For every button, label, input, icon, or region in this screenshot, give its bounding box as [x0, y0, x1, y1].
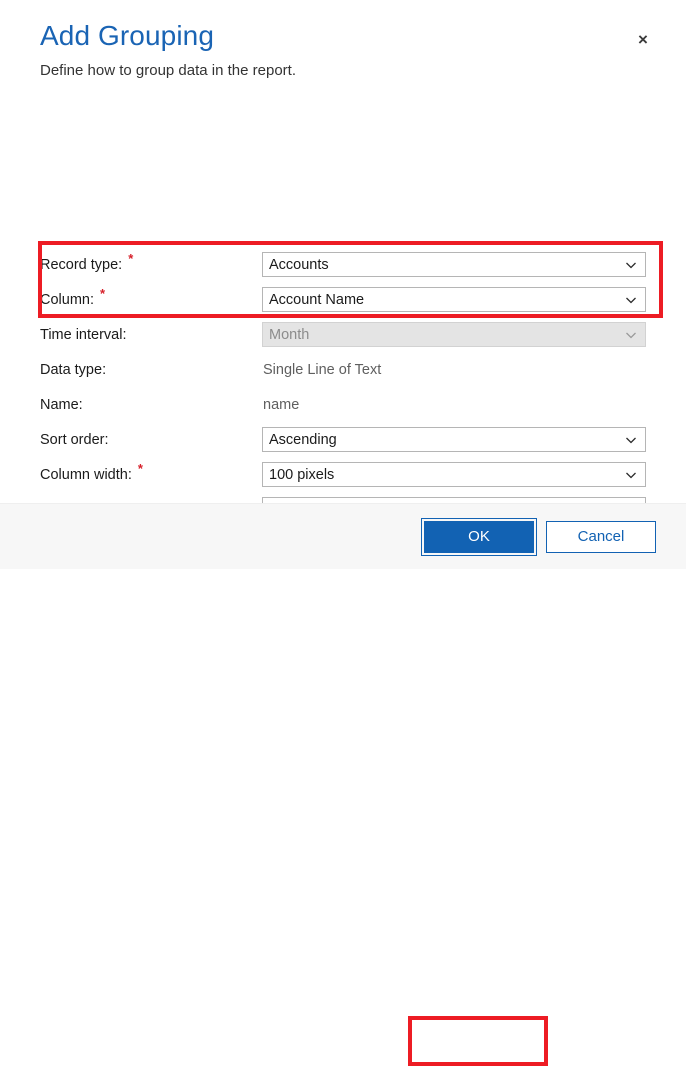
label-sort-order: Sort order:	[40, 431, 109, 448]
chevron-down-icon	[625, 434, 637, 446]
dropdown-time-interval: Month	[262, 322, 646, 347]
chevron-down-icon	[625, 259, 637, 271]
dropdown-value: Ascending	[269, 431, 337, 448]
annotation-box-ok	[408, 1016, 548, 1066]
close-icon[interactable]: ×	[630, 26, 656, 52]
form-row-name: Name: name	[40, 387, 646, 422]
chevron-down-icon	[625, 329, 637, 341]
value-name: name	[263, 396, 300, 413]
form-row-data-type: Data type: Single Line of Text	[40, 352, 646, 387]
grouping-form: Record type: * Accounts Column: * Account Nam…	[40, 247, 646, 527]
dropdown-record-type[interactable]: Accounts	[262, 252, 646, 277]
dropdown-value: Account Name	[269, 291, 365, 308]
dialog-header: Add Grouping Define how to group data in…	[0, 0, 686, 82]
label-record-type: Record type: *	[40, 252, 262, 274]
required-asterisk: *	[137, 460, 143, 476]
required-asterisk: *	[100, 285, 106, 301]
ok-button[interactable]: OK	[421, 517, 537, 556]
required-asterisk: *	[128, 250, 134, 266]
dropdown-sort-order[interactable]: Ascending	[262, 427, 646, 452]
dialog-footer: OK Cancel	[0, 503, 686, 1066]
dropdown-value: Accounts	[269, 256, 329, 273]
dropdown-column[interactable]: Account Name	[262, 287, 646, 312]
chevron-down-icon	[625, 294, 637, 306]
label-text: Column width:	[40, 466, 132, 483]
label-text: Record type:	[40, 256, 123, 273]
form-row-sort-order: Sort order: Ascending	[40, 422, 646, 457]
value-data-type: Single Line of Text	[263, 361, 382, 378]
dialog-subtitle: Define how to group data in the report.	[40, 62, 296, 79]
page-title: Add Grouping	[40, 20, 214, 51]
chevron-down-icon	[625, 469, 637, 481]
dialog-body: Record type: * Accounts Column: * Account Nam…	[0, 82, 686, 522]
form-row-column: Column: * Account Name	[40, 282, 646, 317]
add-grouping-dialog: Add Grouping Define how to group data in…	[0, 0, 686, 1066]
form-row-time-interval: Time interval: Month	[40, 317, 646, 352]
form-row-column-width: Column width: * 100 pixels	[40, 457, 646, 492]
dropdown-column-width[interactable]: 100 pixels	[262, 462, 646, 487]
label-time-interval: Time interval:	[40, 326, 127, 343]
label-column-width: Column width: *	[40, 462, 262, 484]
label-column: Column: *	[40, 287, 262, 309]
form-row-record-type: Record type: * Accounts	[40, 247, 646, 282]
dropdown-value: 100 pixels	[269, 466, 335, 483]
dropdown-value: Month	[269, 326, 310, 343]
label-text: Column:	[40, 291, 94, 308]
cancel-button[interactable]: Cancel	[546, 520, 656, 553]
label-data-type: Data type:	[40, 361, 107, 378]
label-name: Name:	[40, 396, 83, 413]
